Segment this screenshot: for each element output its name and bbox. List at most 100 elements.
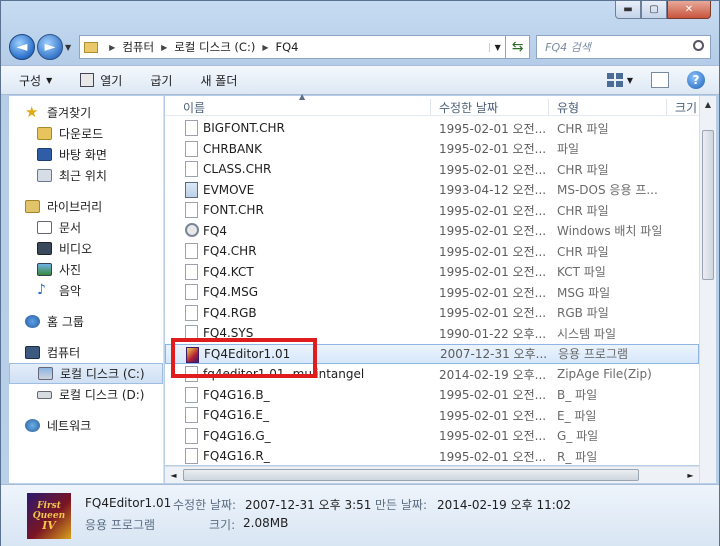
file-date: 1995-02-01 오전... bbox=[439, 162, 547, 177]
file-icon bbox=[185, 161, 198, 177]
column-type[interactable]: 유형 bbox=[549, 99, 667, 115]
sidebar-computer[interactable]: 컴퓨터 bbox=[9, 342, 163, 363]
breadcrumb-folder[interactable]: FQ4 bbox=[275, 40, 298, 54]
file-name: fq4editor1.01- mulintangel bbox=[203, 367, 365, 381]
file-row[interactable]: CLASS.CHR 1995-02-01 오전... CHR 파일 bbox=[165, 159, 699, 179]
close-button[interactable]: ✕ bbox=[667, 1, 711, 19]
column-name[interactable]: 이름 bbox=[175, 99, 431, 115]
sidebar-network[interactable]: 네트워크 bbox=[9, 415, 163, 436]
file-name: FQ4G16.R_ bbox=[203, 449, 270, 463]
sidebar-label: 네트워크 bbox=[47, 419, 92, 433]
burn-button[interactable]: 굽기 bbox=[150, 72, 172, 89]
horizontal-scrollbar[interactable]: ◄ ► bbox=[165, 466, 699, 483]
sidebar-item-pictures[interactable]: 사진 bbox=[9, 259, 163, 280]
file-row[interactable]: FQ4 1995-02-01 오전... Windows 배치 파일 bbox=[165, 221, 699, 241]
scroll-right-icon[interactable]: ► bbox=[682, 467, 699, 484]
file-row[interactable]: FQ4G16.R_ 1995-02-01 오전... R_ 파일 bbox=[165, 446, 699, 466]
minimize-button[interactable]: ▬ bbox=[615, 1, 641, 19]
search-placeholder: FQ4 검색 bbox=[545, 41, 591, 54]
recent-places-icon bbox=[37, 169, 52, 182]
file-name: CLASS.CHR bbox=[203, 162, 272, 176]
sidebar-item-music[interactable]: ♪ 음악 bbox=[9, 280, 163, 301]
icon-text: IV bbox=[42, 519, 56, 532]
sidebar-item-desktop[interactable]: 바탕 화면 bbox=[9, 144, 163, 165]
address-dropdown-icon[interactable]: ▼ bbox=[489, 42, 505, 52]
icon-text: First bbox=[37, 501, 61, 511]
breadcrumb-separator-icon[interactable]: ▶ bbox=[262, 43, 268, 52]
file-icon bbox=[185, 284, 198, 300]
back-button[interactable]: ◄ bbox=[9, 34, 35, 60]
file-icon bbox=[185, 243, 198, 259]
app-icon: First Queen IV bbox=[27, 493, 71, 539]
file-row[interactable]: FONT.CHR 1995-02-01 오전... CHR 파일 bbox=[165, 200, 699, 220]
organize-button[interactable]: 구성 ▼ bbox=[19, 72, 52, 89]
column-date[interactable]: 수정한 날짜 bbox=[431, 99, 549, 115]
vertical-scroll-thumb[interactable] bbox=[702, 130, 714, 280]
forward-button[interactable]: ► bbox=[37, 34, 63, 60]
file-type: 응용 프로그램 bbox=[558, 347, 629, 361]
file-name: FQ4.SYS bbox=[203, 326, 254, 340]
file-row[interactable]: EVMOVE 1993-04-12 오전... MS-DOS 응용 프... bbox=[165, 180, 699, 200]
vertical-scrollbar[interactable]: ▲ bbox=[699, 96, 716, 483]
help-button[interactable]: ? bbox=[687, 71, 705, 89]
new-folder-button[interactable]: 새 폴더 bbox=[200, 72, 237, 89]
breadcrumb-separator-icon[interactable]: ▶ bbox=[109, 43, 115, 52]
sidebar-homegroup[interactable]: 홈 그룹 bbox=[9, 311, 163, 332]
recent-pages-dropdown[interactable]: ▼ bbox=[65, 43, 71, 52]
horizontal-scroll-thumb[interactable] bbox=[183, 469, 639, 481]
search-icon[interactable] bbox=[693, 40, 704, 51]
file-row[interactable]: fq4editor1.01- mulintangel 2014-02-19 오후.… bbox=[165, 364, 699, 384]
file-type: R_ 파일 bbox=[557, 449, 598, 464]
preview-pane-icon[interactable] bbox=[651, 72, 669, 88]
sidebar-item-drive-c[interactable]: 로컬 디스크 (C:) bbox=[9, 363, 163, 384]
network-icon bbox=[25, 419, 40, 432]
scroll-up-icon[interactable]: ▲ bbox=[700, 96, 716, 113]
search-input[interactable]: FQ4 검색 bbox=[536, 35, 711, 59]
file-row[interactable]: FQ4.RGB 1995-02-01 오전... RGB 파일 bbox=[165, 303, 699, 323]
star-icon: ★ bbox=[25, 103, 39, 121]
sidebar-label: 최근 위치 bbox=[59, 169, 107, 183]
file-row[interactable]: CHRBANK 1995-02-01 오전... 파일 bbox=[165, 139, 699, 159]
sidebar-favorites[interactable]: ★ 즐겨찾기 bbox=[9, 102, 163, 123]
sidebar-item-drive-d[interactable]: 로컬 디스크 (D:) bbox=[9, 384, 163, 405]
address-bar[interactable]: ▶ 컴퓨터 ▶ 로컬 디스크 (C:) ▶ FQ4 ▼ bbox=[79, 35, 507, 59]
file-row[interactable]: FQ4G16.B_ 1995-02-01 오전... B_ 파일 bbox=[165, 385, 699, 405]
file-name: FQ4Editor1.01 bbox=[204, 346, 291, 361]
sidebar-item-videos[interactable]: 비디오 bbox=[9, 238, 163, 259]
scroll-left-icon[interactable]: ◄ bbox=[165, 467, 182, 484]
drive-d-icon bbox=[37, 390, 52, 399]
file-row[interactable]: FQ4.CHR 1995-02-01 오전... CHR 파일 bbox=[165, 241, 699, 261]
file-icon bbox=[185, 386, 198, 403]
sidebar-label: 즐겨찾기 bbox=[47, 106, 92, 120]
breadcrumb-computer[interactable]: 컴퓨터 bbox=[122, 39, 154, 55]
file-row[interactable]: FQ4.MSG 1995-02-01 오전... MSG 파일 bbox=[165, 282, 699, 302]
file-row[interactable]: FQ4.SYS 1990-01-22 오후... 시스템 파일 bbox=[165, 323, 699, 343]
details-created-label: 만든 날짜: bbox=[375, 498, 428, 512]
maximize-button[interactable]: ▢ bbox=[641, 1, 667, 19]
view-options-icon[interactable] bbox=[606, 73, 623, 87]
file-type: CHR 파일 bbox=[557, 162, 609, 177]
file-row[interactable]: BIGFONT.CHR 1995-02-01 오전... CHR 파일 bbox=[165, 118, 699, 138]
file-icon bbox=[185, 366, 198, 382]
sidebar-item-downloads[interactable]: 다운로드 bbox=[9, 123, 163, 144]
open-button[interactable]: 열기 bbox=[80, 72, 122, 89]
homegroup-icon bbox=[25, 315, 40, 328]
sidebar-label: 음악 bbox=[59, 284, 82, 298]
refresh-button[interactable]: ⇆ bbox=[506, 35, 531, 59]
breadcrumb-drive[interactable]: 로컬 디스크 (C:) bbox=[174, 39, 255, 55]
file-row[interactable]: FQ4Editor1.01 2007-12-31 오후... 응용 프로그램 bbox=[165, 343, 699, 364]
file-row[interactable]: FQ4G16.E_ 1995-02-01 오전... E_ 파일 bbox=[165, 405, 699, 425]
view-dropdown-icon[interactable]: ▼ bbox=[627, 76, 633, 85]
breadcrumb-separator-icon[interactable]: ▶ bbox=[161, 43, 167, 52]
sidebar-item-recent[interactable]: 최근 위치 bbox=[9, 165, 163, 186]
file-icon bbox=[185, 304, 198, 321]
burn-label: 굽기 bbox=[150, 73, 173, 88]
file-type: E_ 파일 bbox=[557, 408, 597, 423]
file-row[interactable]: FQ4G16.G_ 1995-02-01 오전... G_ 파일 bbox=[165, 426, 699, 446]
sidebar-libraries[interactable]: 라이브러리 bbox=[9, 196, 163, 217]
column-headers: ▲ 이름 수정한 날짜 유형 크기 bbox=[165, 92, 699, 116]
file-row[interactable]: FQ4.KCT 1995-02-01 오전... KCT 파일 bbox=[165, 262, 699, 282]
sidebar-item-documents[interactable]: 문서 bbox=[9, 217, 163, 238]
file-icon bbox=[185, 448, 198, 464]
computer-icon bbox=[25, 346, 40, 359]
